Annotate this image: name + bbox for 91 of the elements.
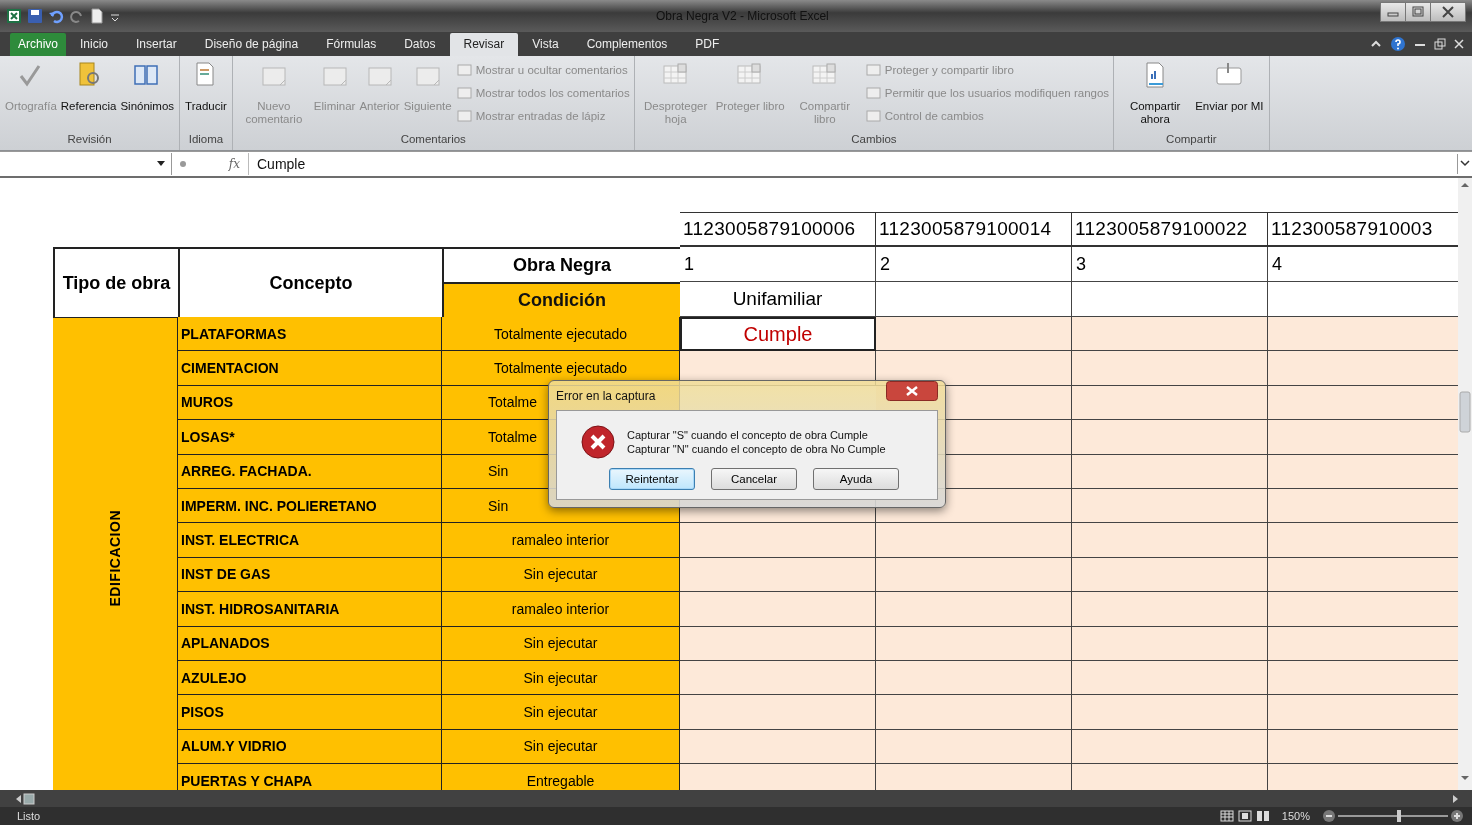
row-label: PUERTAS Y CHAPA bbox=[178, 764, 442, 790]
redo-icon[interactable] bbox=[69, 8, 85, 24]
table-cell: Sin ejecutar bbox=[442, 729, 680, 765]
column-id: 1123005879100022 bbox=[1072, 212, 1268, 247]
row-label: MUROS bbox=[178, 385, 442, 421]
zoom-level: 150% bbox=[1281, 810, 1310, 822]
table-cell: Cumple bbox=[680, 317, 876, 352]
ribbon-button[interactable]: Sinónimos bbox=[119, 60, 176, 133]
column-number: 1 bbox=[680, 247, 876, 282]
row-label: INST. ELECTRICA bbox=[178, 523, 442, 558]
ribbon-tab[interactable]: Datos bbox=[390, 33, 450, 56]
ribbon-button[interactable]: Enviar por MI bbox=[1194, 60, 1265, 133]
row-label: ARREG. FACHADA. bbox=[178, 454, 442, 489]
ribbon-tab[interactable]: Insertar bbox=[122, 33, 191, 56]
dialog-button[interactable]: Cancelar bbox=[711, 468, 797, 490]
ribbon-group-label: Compartir bbox=[1165, 133, 1218, 147]
ribbon-tab[interactable]: Complementos bbox=[572, 33, 682, 56]
small-command-icon bbox=[865, 108, 882, 123]
new-document-icon[interactable] bbox=[90, 8, 104, 24]
ribbon-group-label: Cambios bbox=[850, 133, 898, 147]
row-label: APLANADOS bbox=[178, 626, 442, 661]
column-header: Condición bbox=[442, 282, 680, 317]
table-cell: Totalmente ejecutado bbox=[442, 351, 680, 386]
ribbon-tab[interactable]: Fórmulas bbox=[312, 33, 391, 56]
ribbon-button[interactable]: Compartir ahora bbox=[1118, 60, 1193, 133]
small-command-icon bbox=[865, 62, 882, 77]
row-label: INST DE GAS bbox=[178, 557, 442, 593]
page-layout-icon[interactable] bbox=[1237, 810, 1252, 822]
ribbon-tab[interactable]: PDF bbox=[681, 33, 734, 56]
ribbon-group-label: Idioma bbox=[187, 133, 225, 147]
vertical-scrollbar[interactable] bbox=[1458, 178, 1472, 790]
file-tab[interactable]: Archivo bbox=[10, 33, 66, 56]
restore-icon[interactable] bbox=[1405, 2, 1431, 22]
status-text: Listo bbox=[17, 810, 41, 822]
small-command-icon bbox=[456, 85, 473, 100]
ribbon-tab[interactable]: Vista bbox=[518, 33, 573, 56]
ribbon-tab[interactable]: Inicio bbox=[66, 33, 123, 56]
column-number: 2 bbox=[876, 247, 1072, 282]
dialog-button[interactable]: Reintentar bbox=[609, 468, 695, 490]
dropdown-arrow-icon[interactable] bbox=[157, 161, 165, 167]
ribbon-group-label: Revisión bbox=[66, 133, 113, 147]
spreadsheet-app-icon[interactable] bbox=[6, 8, 22, 24]
ribbon-button[interactable]: Referencia bbox=[59, 60, 118, 133]
small-command-icon bbox=[865, 85, 882, 100]
dialog-title: Error en la captura bbox=[556, 388, 656, 403]
table-cell: ramaleo interior bbox=[442, 592, 680, 627]
small-command-icon bbox=[456, 108, 473, 123]
ribbon-tab[interactable]: Diseño de página bbox=[190, 33, 313, 56]
ribbon-group-label: Comentarios bbox=[399, 133, 467, 147]
row-label: CIMENTACION bbox=[178, 351, 442, 386]
close-icon[interactable] bbox=[1430, 2, 1466, 22]
table-cell: Sin ejecutar bbox=[442, 557, 680, 593]
ribbon-tab[interactable]: Revisar bbox=[449, 33, 519, 56]
row-label: INST. HIDROSANITARIA bbox=[178, 592, 442, 627]
row-label: IMPERM. INC. POLIERETANO bbox=[178, 488, 442, 524]
table-cell: Entregable bbox=[442, 764, 680, 790]
row-label: AZULEJO bbox=[178, 660, 442, 696]
save-icon[interactable] bbox=[27, 8, 43, 24]
undo-icon[interactable] bbox=[48, 8, 64, 24]
column-header: Obra Negra bbox=[442, 247, 680, 282]
zoom-out-icon[interactable] bbox=[1322, 809, 1336, 823]
ribbon-button[interactable]: Traducir bbox=[184, 60, 228, 133]
zoom-in-icon[interactable] bbox=[1450, 809, 1464, 823]
row-label: ALUM.Y VIDRIO bbox=[178, 729, 442, 765]
slider-thumb[interactable] bbox=[1396, 810, 1401, 822]
row-label: LOSAS* bbox=[178, 420, 442, 455]
table-cell: Sin ejecutar bbox=[442, 660, 680, 696]
small-command-icon bbox=[456, 62, 473, 77]
error-icon bbox=[581, 425, 615, 459]
group-label: EDIFICACION bbox=[53, 317, 178, 790]
table-cell: Totalmente ejecutado bbox=[442, 317, 680, 352]
row-label: PISOS bbox=[178, 695, 442, 730]
help-icon[interactable] bbox=[1390, 36, 1406, 52]
close-icon[interactable] bbox=[886, 381, 938, 401]
restore-icon[interactable] bbox=[1434, 38, 1446, 50]
table-cell: Sin ejecutar bbox=[442, 695, 680, 730]
expand-formula-icon[interactable] bbox=[1457, 154, 1472, 174]
row-label: PLATAFORMAS bbox=[178, 317, 442, 352]
column-id: 1123005879100014 bbox=[876, 212, 1072, 247]
table-cell: Sin ejecutar bbox=[442, 626, 680, 661]
minimize-icon[interactable] bbox=[1380, 2, 1406, 22]
column-header: Tipo de obra bbox=[53, 247, 178, 317]
column-number: 3 bbox=[1072, 247, 1268, 282]
page-break-icon[interactable] bbox=[1255, 810, 1270, 822]
column-header: Concepto bbox=[178, 247, 442, 317]
formula-field[interactable]: Cumple bbox=[249, 156, 1457, 172]
table-cell: ramaleo interior bbox=[442, 523, 680, 558]
normal-view-icon[interactable] bbox=[1219, 810, 1234, 822]
zoom-slider[interactable] bbox=[1338, 810, 1448, 822]
insert-function-button[interactable]: fx bbox=[190, 153, 249, 175]
dialog-button[interactable]: Ayuda bbox=[813, 468, 899, 490]
